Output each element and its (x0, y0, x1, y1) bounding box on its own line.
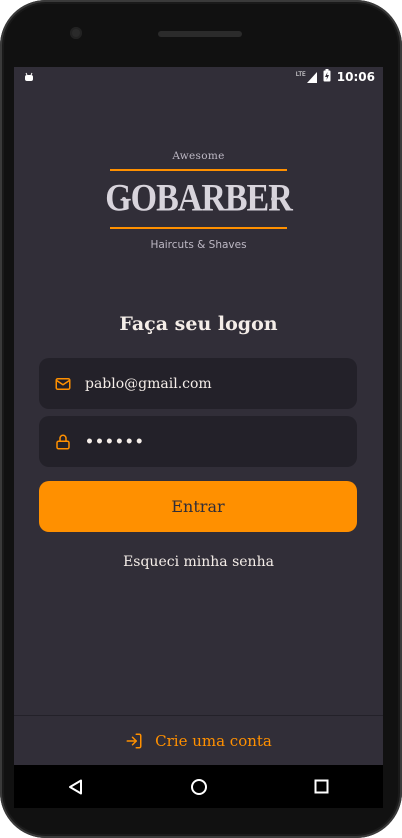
submit-button[interactable]: Entrar (39, 481, 357, 532)
app-screen: LTE 10:06 Awesome GOBARBER Haircuts & Sh… (14, 67, 383, 765)
earpiece-speaker (158, 31, 242, 37)
password-field[interactable]: •••••• (39, 416, 357, 467)
forgot-password-link[interactable]: Esqueci minha senha (14, 554, 383, 570)
gobarber-logo: Awesome GOBARBER Haircuts & Shaves (105, 150, 293, 251)
battery-icon (323, 69, 331, 85)
mail-icon (53, 374, 73, 394)
front-camera (70, 27, 82, 39)
home-icon (190, 778, 207, 795)
android-notification-icon (24, 71, 34, 81)
logo-dot-right (271, 197, 275, 201)
home-button[interactable] (179, 767, 219, 807)
network-type-label: LTE (295, 70, 306, 78)
back-button[interactable] (56, 767, 96, 807)
log-in-icon (125, 732, 143, 750)
recents-button[interactable] (302, 767, 342, 807)
android-navigation-bar (14, 765, 383, 808)
status-bar: LTE 10:06 (14, 67, 383, 87)
logo-wordmark-row: GOBARBER (105, 171, 293, 227)
logo-tagline-bottom: Haircuts & Shaves (150, 239, 247, 251)
status-icons: LTE 10:06 (296, 69, 375, 85)
logo-divider-bottom (110, 227, 287, 229)
create-account-button[interactable]: Crie uma conta (14, 715, 383, 765)
recents-icon (314, 779, 329, 794)
phone-frame: LTE 10:06 Awesome GOBARBER Haircuts & Sh… (0, 0, 402, 838)
back-icon (68, 779, 82, 794)
logo-wordmark: GOBARBER (105, 177, 293, 220)
signal-icon: LTE (295, 70, 317, 83)
status-time: 10:06 (336, 70, 375, 84)
page-title: Faça seu logon (119, 313, 278, 335)
create-account-label: Crie uma conta (155, 732, 272, 750)
lock-icon (53, 432, 73, 452)
email-field[interactable]: pablo@gmail.com (39, 358, 357, 409)
logo-tagline-top: Awesome (172, 150, 225, 162)
password-value: •••••• (85, 433, 145, 450)
email-value: pablo@gmail.com (85, 375, 212, 392)
